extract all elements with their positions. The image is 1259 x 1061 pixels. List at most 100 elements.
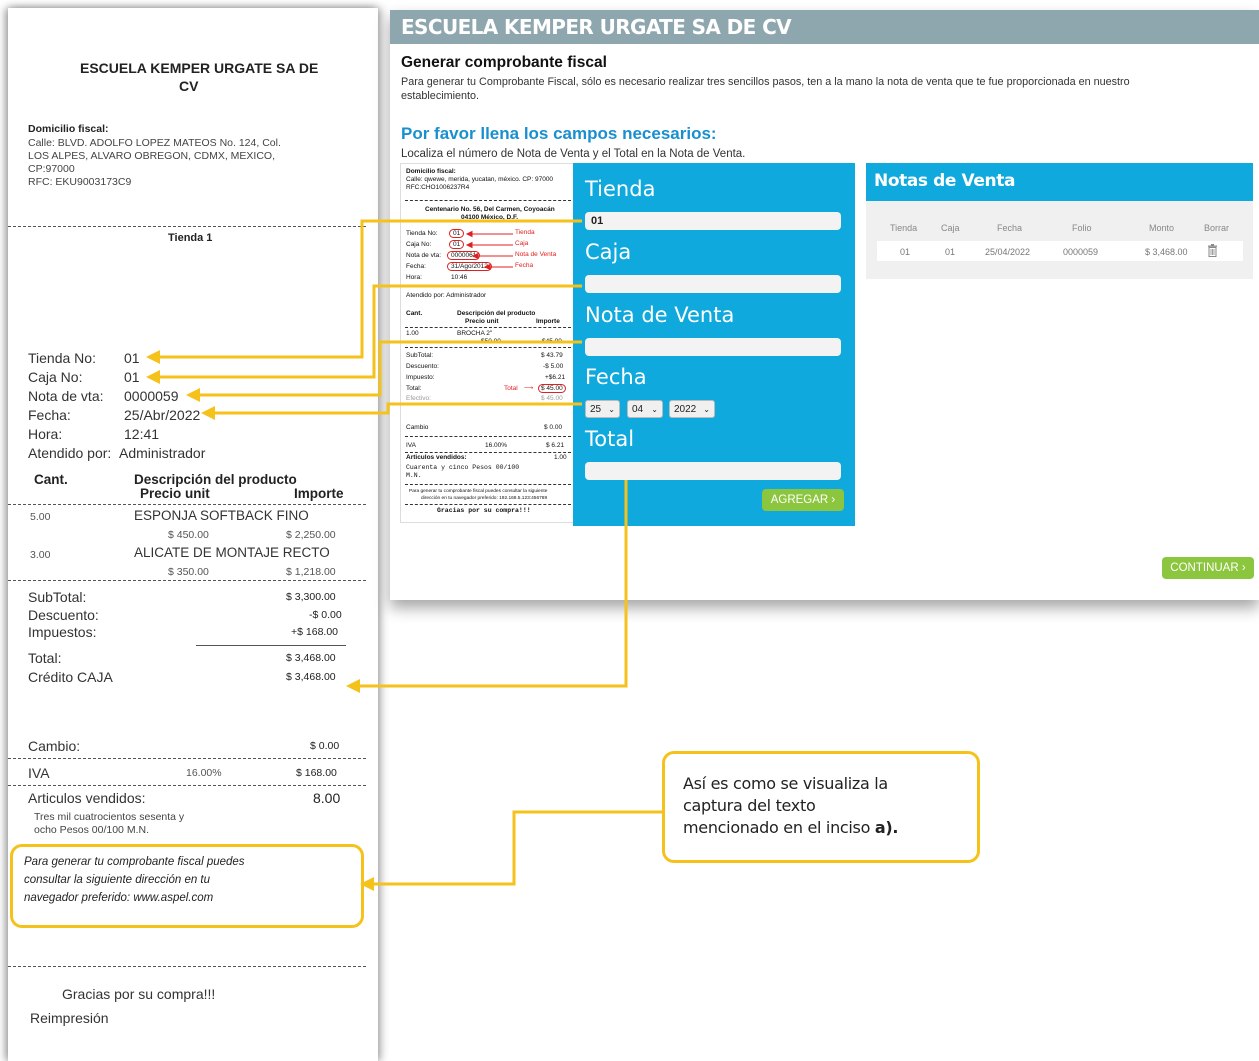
receipt-atendido-label: Atendido por: bbox=[28, 445, 112, 461]
mini-fecha-tag: Fecha bbox=[515, 262, 534, 269]
divider bbox=[405, 347, 571, 348]
intro-line1: Para generar tu Comprobante Fiscal, sólo… bbox=[401, 76, 1130, 88]
receipt-subtotal-value: $ 3,300.00 bbox=[286, 591, 336, 603]
total-input[interactable] bbox=[585, 462, 841, 480]
receipt-tienda-value: 01 bbox=[124, 350, 140, 366]
receipt-col-importe: Importe bbox=[294, 486, 344, 501]
receipt-item-cant: 5.00 bbox=[30, 511, 51, 523]
receipt-portal-line3: navegador preferido: www.aspel.com bbox=[24, 892, 214, 904]
receipt-impuestos-label: Impuestos: bbox=[28, 624, 97, 640]
notas-venta-title: Notas de Venta bbox=[874, 171, 1016, 191]
receipt-fecha-label: Fecha: bbox=[28, 407, 71, 423]
page-title: Generar comprobante fiscal bbox=[401, 54, 607, 71]
receipt-descuento-value: -$ 0.00 bbox=[309, 609, 342, 621]
web-portal: ESCUELA KEMPER URGATE SA DE CV Generar c… bbox=[390, 10, 1259, 600]
mini-cambio-v: $ 0.00 bbox=[544, 424, 563, 431]
receipt-domicilio-label: Domicilio fiscal: bbox=[28, 123, 109, 135]
mini-tienda: Tienda No: bbox=[406, 230, 438, 237]
cell-fecha: 25/04/2022 bbox=[985, 247, 1031, 257]
mini-impuesto-v: +$6.21 bbox=[545, 374, 566, 381]
cell-caja: 01 bbox=[945, 247, 956, 257]
arrow-callout bbox=[372, 810, 662, 886]
mini-tienda-tag: Tienda bbox=[515, 229, 535, 236]
year-select-value: 2022 bbox=[674, 404, 697, 415]
receipt-caja-value: 01 bbox=[124, 369, 140, 385]
mini-total: Total: bbox=[406, 385, 422, 392]
receipt-company-line2: CV bbox=[179, 78, 199, 94]
receipt-company-line1: ESCUELA KEMPER URGATE SA DE bbox=[80, 60, 319, 76]
tienda-input[interactable]: 01 bbox=[585, 212, 841, 230]
sample-receipt-image: Domicilio fiscal: Calle: qwewe, merida, … bbox=[400, 163, 576, 523]
month-select[interactable]: 04 ⌄ bbox=[627, 400, 663, 418]
receipt-caja-label: Caja No: bbox=[28, 369, 83, 385]
cell-folio: 0000059 bbox=[1063, 247, 1099, 257]
col-header: Tienda bbox=[890, 223, 918, 233]
mini-impuesto: Impuesto: bbox=[406, 374, 435, 381]
receipt-item-desc: ALICATE DE MONTAJE RECTO bbox=[134, 545, 330, 560]
chevron-down-icon: ⌄ bbox=[703, 405, 710, 414]
mini-desc: Descripción del producto bbox=[457, 310, 536, 317]
divider bbox=[8, 226, 366, 227]
divider bbox=[405, 452, 571, 453]
callout-line3: mencionado en el inciso a). bbox=[683, 818, 898, 837]
receipt-descuento-label: Descuento: bbox=[28, 607, 99, 623]
mini-letra1: Cuarenta y cinco Pesos 00/100 bbox=[406, 464, 520, 471]
mini-articulos: Articulos vendidos: bbox=[406, 454, 467, 461]
tienda-label: Tienda bbox=[585, 177, 656, 201]
trash-icon[interactable] bbox=[1207, 244, 1218, 257]
mini-fecha: Fecha: bbox=[406, 263, 426, 270]
nota-venta-input[interactable] bbox=[585, 338, 841, 356]
notas-venta-header: Notas de Venta bbox=[866, 163, 1253, 201]
continuar-button[interactable]: CONTINUAR › bbox=[1162, 557, 1254, 579]
receipt-nota-label: Nota de vta: bbox=[28, 388, 104, 404]
mini-precio: Precio unit bbox=[465, 318, 499, 325]
caja-input[interactable] bbox=[585, 275, 841, 293]
mini-descuento-v: -$ 5.00 bbox=[543, 363, 564, 370]
receipt-portal-line1: Para generar tu comprobante fiscal puede… bbox=[24, 856, 245, 868]
receipt-hora-value: 12:41 bbox=[124, 426, 160, 442]
divider bbox=[8, 966, 366, 967]
instruction: Localiza el número de Nota de Venta y el… bbox=[401, 148, 746, 160]
web-header: ESCUELA KEMPER URGATE SA DE CV bbox=[390, 10, 1259, 44]
mini-red-arrows bbox=[465, 230, 513, 271]
mini-iva-v: $ 6.21 bbox=[546, 442, 565, 449]
receipt-cambio-label: Cambio: bbox=[28, 738, 81, 754]
divider bbox=[8, 504, 366, 505]
chevron-right-icon: › bbox=[1238, 562, 1246, 574]
chevron-down-icon: ⌄ bbox=[608, 405, 615, 414]
continuar-button-label: CONTINUAR bbox=[1170, 562, 1239, 574]
annotation-callout: Así es como se visualiza la captura del … bbox=[662, 751, 980, 863]
cell-monto: $ 3,468.00 bbox=[1145, 247, 1188, 257]
receipt-total-label: Total: bbox=[28, 650, 62, 666]
divider bbox=[405, 484, 571, 485]
mini-subtotal-v: $ 43.79 bbox=[541, 352, 563, 359]
receipt-reimpresion: Reimpresión bbox=[30, 1010, 109, 1026]
mini-center2: 04100 México, D.F. bbox=[461, 214, 519, 221]
receipt-item-importe: $ 1,218.00 bbox=[286, 566, 336, 578]
mini-total-v: $ 45.00 bbox=[538, 384, 566, 393]
divider bbox=[405, 200, 571, 201]
mini-caja-tag: Caja bbox=[515, 240, 529, 247]
divider bbox=[405, 504, 571, 505]
receipt-letra-line2: ocho Pesos 00/100 M.N. bbox=[34, 824, 149, 836]
mini-iva: IVA bbox=[406, 442, 416, 449]
receipt-item-importe: $ 2,250.00 bbox=[286, 529, 336, 541]
mini-tienda-v: 01 bbox=[449, 229, 465, 238]
receipt-rfc: RFC: EKU9003173C9 bbox=[28, 176, 132, 188]
receipt-credito-value: $ 3,468.00 bbox=[286, 671, 336, 683]
mini-articulos-v: 1.00 bbox=[554, 454, 567, 461]
subheading: Por favor llena los campos necesarios: bbox=[401, 124, 717, 143]
intro-line2: establecimiento. bbox=[401, 90, 480, 102]
mini-nota: Nota de vta: bbox=[406, 252, 442, 259]
total-label: Total bbox=[585, 427, 635, 451]
agregar-button[interactable]: AGREGAR › bbox=[762, 489, 844, 511]
receipt-tienda-title: Tienda 1 bbox=[168, 232, 213, 244]
day-select[interactable]: 25 ⌄ bbox=[585, 400, 620, 418]
callout-bold: a). bbox=[874, 818, 899, 837]
year-select[interactable]: 2022 ⌄ bbox=[669, 400, 715, 418]
callout-line3-text: mencionado en el inciso bbox=[683, 818, 871, 837]
fecha-label: Fecha bbox=[585, 365, 647, 389]
callout-line2: captura del texto bbox=[683, 796, 816, 815]
col-header: Borrar bbox=[1204, 223, 1230, 233]
receipt-address-line1: Calle: BLVD. ADOLFO LOPEZ MATEOS No. 124… bbox=[28, 137, 281, 149]
